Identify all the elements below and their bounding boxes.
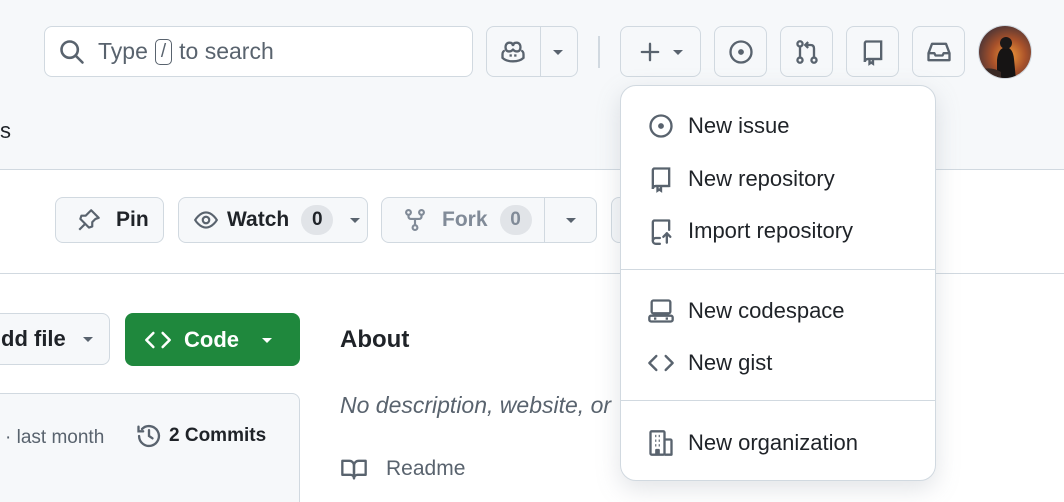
copilot-button-group <box>486 26 578 77</box>
add-file-button[interactable]: dd file <box>0 313 110 365</box>
menu-item-label: New issue <box>688 113 790 138</box>
menu-item-import-repository[interactable]: Import repository <box>621 208 935 254</box>
menu-item-new-organization[interactable]: New organization <box>621 420 935 466</box>
copilot-dropdown-button[interactable] <box>539 44 577 60</box>
header-divider <box>598 36 600 68</box>
organization-icon <box>649 430 673 456</box>
repo-icon <box>863 39 882 66</box>
git-pull-request-icon <box>795 39 818 64</box>
fork-count: 0 <box>499 205 532 235</box>
watch-count: 0 <box>301 205 334 235</box>
code-label: Code <box>184 326 239 352</box>
menu-divider <box>621 269 935 270</box>
search-input[interactable]: Type / to search <box>44 26 473 77</box>
pin-icon <box>78 209 100 231</box>
menu-item-new-issue[interactable]: New issue <box>621 103 935 149</box>
menu-item-new-gist[interactable]: New gist <box>621 340 935 386</box>
create-new-menu: New issue New repository Import reposito… <box>620 85 936 481</box>
search-icon <box>60 39 84 64</box>
about-heading: About <box>340 326 410 353</box>
watch-button[interactable]: Watch 0 <box>178 197 368 243</box>
split-divider <box>540 27 541 76</box>
about-description: No description, website, or <box>340 392 612 418</box>
commits-link[interactable]: 2 Commits <box>135 422 266 450</box>
search-placeholder-suffix: to search <box>179 38 274 64</box>
pull-requests-button[interactable] <box>780 26 833 77</box>
eye-icon <box>193 211 219 229</box>
repo-forked-icon <box>405 208 425 232</box>
triangle-down-icon <box>553 49 564 55</box>
watch-label: Watch <box>227 208 290 231</box>
add-file-label: dd file <box>1 326 66 351</box>
commits-label: 2 Commits <box>169 425 267 446</box>
repo-push-icon <box>651 219 672 245</box>
copilot-icon <box>501 40 525 63</box>
issue-opened-icon <box>649 114 673 138</box>
readme-label: Readme <box>386 457 466 480</box>
issue-opened-icon <box>728 39 753 64</box>
code-button[interactable]: Code <box>125 313 300 366</box>
menu-item-new-codespace[interactable]: New codespace <box>621 288 935 334</box>
menu-item-label: Import repository <box>688 218 854 243</box>
menu-item-label: New codespace <box>688 298 845 323</box>
code-icon <box>145 331 171 348</box>
menu-item-new-repository[interactable]: New repository <box>621 156 935 202</box>
menu-item-label: New gist <box>688 350 773 375</box>
create-new-button[interactable] <box>620 26 701 77</box>
inbox-button[interactable] <box>912 26 965 77</box>
page: Type / to search s Pin Watch 0 Fork 0 dd… <box>0 0 1064 502</box>
triangle-down-icon[interactable] <box>563 212 579 228</box>
codespaces-icon <box>648 299 674 323</box>
menu-item-label: New organization <box>688 430 858 455</box>
inbox-icon <box>926 42 951 61</box>
menu-item-label: New repository <box>688 166 835 191</box>
repo-nav-tab-fragment[interactable]: s <box>0 118 11 144</box>
triangle-down-icon <box>350 218 361 223</box>
triangle-down-icon <box>672 49 683 55</box>
last-commit-time: · last month <box>5 427 105 448</box>
latest-commit-bar: · last month 2 Commits <box>0 393 300 502</box>
pin-label: Pin <box>116 208 149 231</box>
readme-link[interactable]: Readme <box>340 455 465 483</box>
copilot-button[interactable] <box>487 38 539 66</box>
menu-divider <box>621 400 935 401</box>
repo-icon <box>651 167 671 193</box>
search-placeholder-prefix: Type <box>98 38 148 64</box>
split-divider <box>544 198 545 242</box>
book-icon <box>341 459 367 480</box>
fork-label[interactable]: Fork <box>442 208 488 232</box>
pin-button[interactable]: Pin <box>55 197 164 243</box>
repositories-button[interactable] <box>846 26 899 77</box>
history-icon <box>137 424 161 448</box>
fork-button-group: Fork 0 <box>381 197 597 243</box>
plus-icon <box>640 42 659 61</box>
issues-button[interactable] <box>714 26 767 77</box>
search-shortcut-key: / <box>154 38 173 65</box>
code-icon <box>648 354 674 372</box>
triangle-down-icon <box>82 337 93 342</box>
avatar-image <box>979 26 1031 78</box>
triangle-down-icon <box>262 337 272 343</box>
user-avatar[interactable] <box>978 25 1032 79</box>
